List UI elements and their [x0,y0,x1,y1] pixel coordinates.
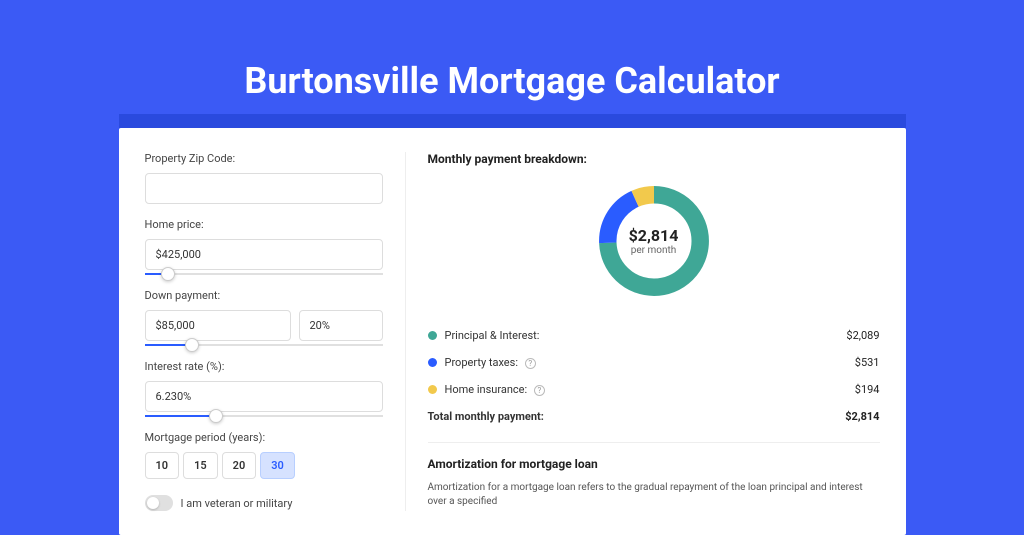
down-payment-pct-input[interactable] [299,310,383,341]
down-payment-label: Down payment: [145,289,383,302]
price-input[interactable] [145,239,383,270]
down-payment-input[interactable] [145,310,291,341]
period-15-button[interactable]: 15 [183,452,218,479]
period-20-button[interactable]: 20 [222,452,257,479]
period-buttons: 10 15 20 30 [145,452,383,479]
rate-input[interactable] [145,381,383,412]
rate-field: Interest rate (%): [145,360,383,417]
legend-label-insurance: Home insurance: ? [445,383,855,396]
price-label: Home price: [145,218,383,231]
page-title: Burtonsville Mortgage Calculator [0,0,1024,114]
down-payment-field: Down payment: [145,289,383,346]
zip-input[interactable] [145,173,383,204]
breakdown-title: Monthly payment breakdown: [428,152,880,166]
legend-row-principal: Principal & Interest: $2,089 [428,322,880,349]
donut-chart: $2,814 per month [593,180,715,302]
donut-sub: per month [631,245,677,256]
period-field: Mortgage period (years): 10 15 20 30 [145,431,383,479]
donut-value: $2,814 [629,226,679,245]
dot-green-icon [428,331,437,340]
legend: Principal & Interest: $2,089 Property ta… [428,322,880,443]
veteran-row: I am veteran or military [145,495,383,511]
rate-label: Interest rate (%): [145,360,383,373]
legend-row-insurance: Home insurance: ? $194 [428,376,880,403]
calculator-card: Property Zip Code: Home price: Down paym… [119,128,906,535]
legend-row-taxes: Property taxes: ? $531 [428,349,880,376]
info-icon[interactable]: ? [525,358,536,369]
legend-label-principal: Principal & Interest: [445,329,847,342]
period-label: Mortgage period (years): [145,431,383,444]
rate-slider[interactable] [145,415,383,417]
legend-row-total: Total monthly payment: $2,814 [428,403,880,430]
toggle-knob-icon [147,497,159,509]
zip-label: Property Zip Code: [145,152,383,165]
legend-value-taxes: $531 [855,356,880,369]
legend-label-total: Total monthly payment: [428,410,846,423]
period-10-button[interactable]: 10 [145,452,180,479]
veteran-toggle[interactable] [145,495,173,511]
legend-value-principal: $2,089 [846,329,879,342]
down-payment-slider[interactable] [145,344,383,346]
amortization-text: Amortization for a mortgage loan refers … [428,481,880,509]
form-panel: Property Zip Code: Home price: Down paym… [145,152,383,511]
breakdown-panel: Monthly payment breakdown: $2,814 per mo… [405,152,880,511]
veteran-label: I am veteran or military [181,497,293,510]
amortization-title: Amortization for mortgage loan [428,457,880,471]
legend-value-insurance: $194 [855,383,880,396]
price-field: Home price: [145,218,383,275]
dot-blue-icon [428,358,437,367]
zip-field: Property Zip Code: [145,152,383,204]
legend-label-taxes: Property taxes: ? [445,356,855,369]
period-30-button[interactable]: 30 [260,452,295,479]
donut-wrap: $2,814 per month [428,180,880,302]
legend-value-total: $2,814 [845,410,879,423]
dot-yellow-icon [428,385,437,394]
title-underbar [119,114,906,128]
info-icon[interactable]: ? [534,385,545,396]
price-slider[interactable] [145,273,383,275]
